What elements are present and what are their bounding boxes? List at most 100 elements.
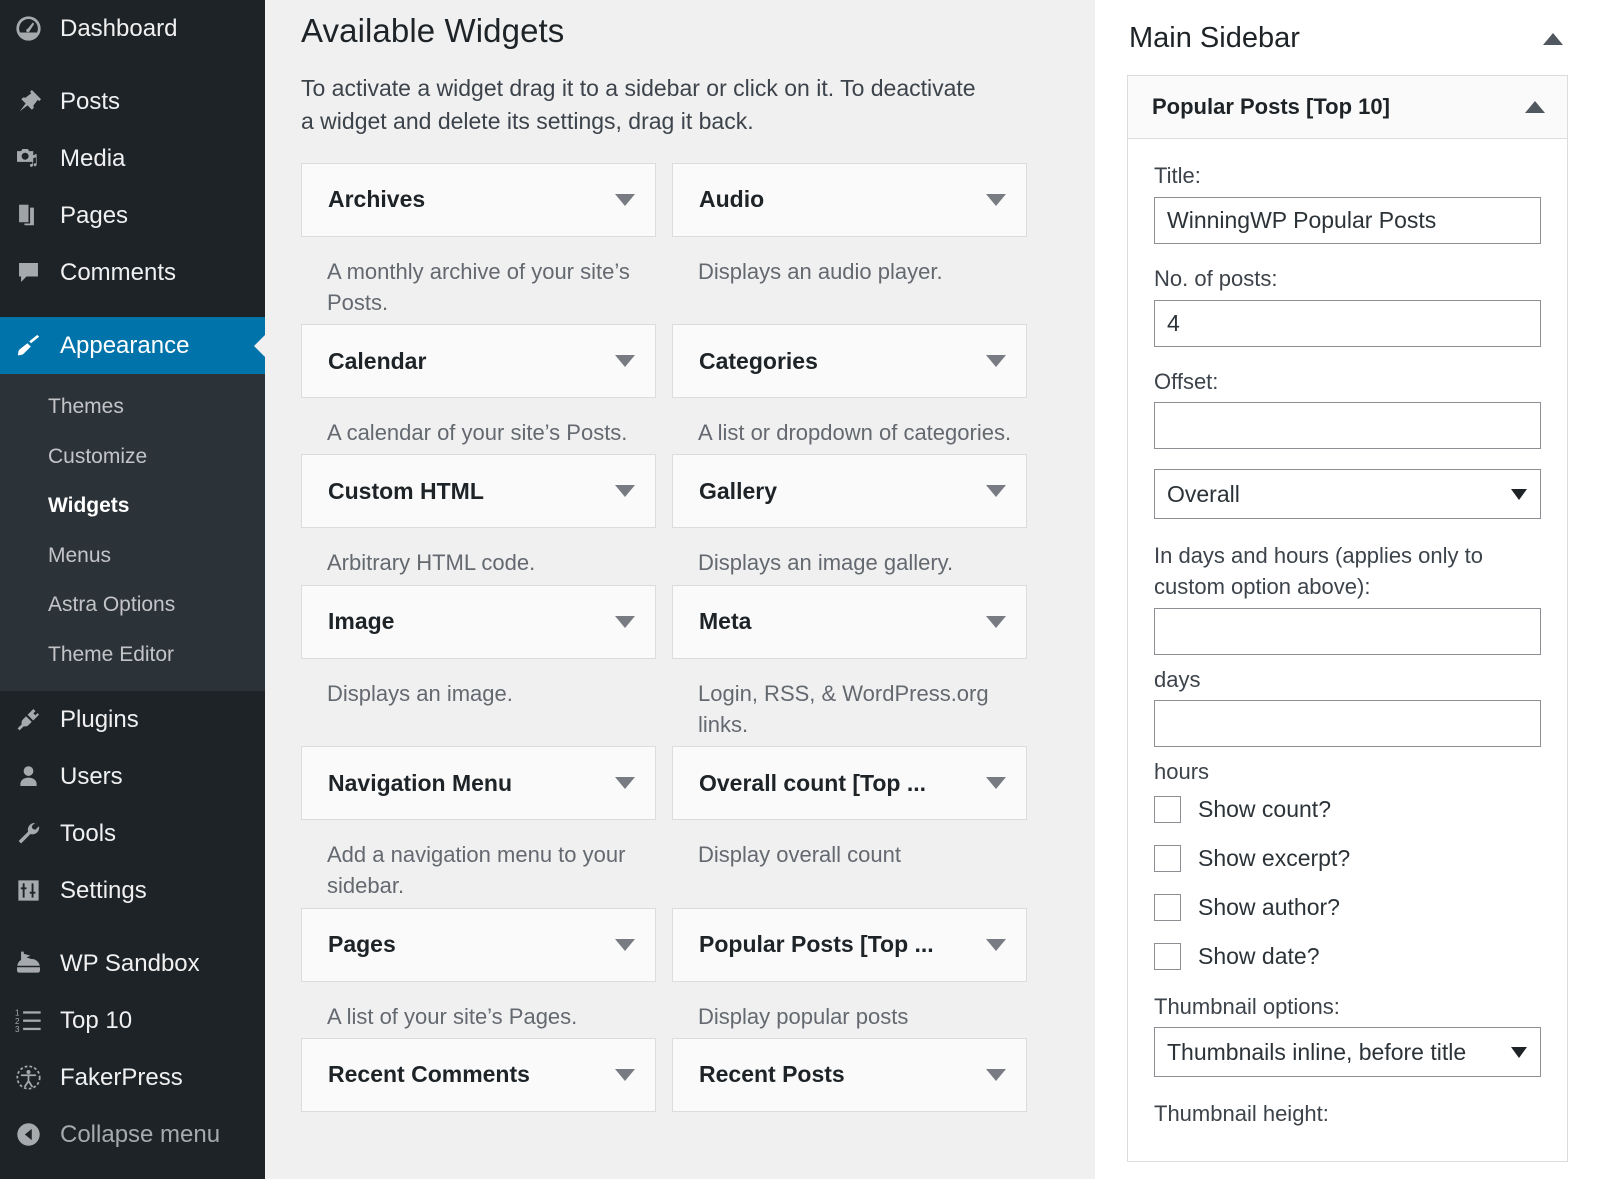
sidebar-item-label: Comments [60, 261, 176, 285]
show-date-row[interactable]: Show date? [1154, 943, 1541, 970]
thumbnail-options-select-wrap: Thumbnails inline, before title [1154, 1027, 1541, 1077]
chevron-up-icon[interactable] [1543, 33, 1563, 45]
chevron-down-icon[interactable] [615, 194, 635, 206]
chevron-down-icon[interactable] [986, 616, 1006, 628]
show-author-row[interactable]: Show author? [1154, 894, 1541, 921]
chevron-down-icon[interactable] [615, 355, 635, 367]
tools-wrench-icon [14, 820, 42, 848]
sidebar-item-dashboard[interactable]: Dashboard [0, 0, 265, 57]
popular-posts-widget-header[interactable]: Popular Posts [Top 10] [1128, 76, 1567, 139]
chevron-down-icon[interactable] [986, 1069, 1006, 1081]
chevron-down-icon[interactable] [615, 616, 635, 628]
widget-title: Image [328, 608, 615, 635]
show-excerpt-checkbox[interactable] [1154, 845, 1181, 872]
submenu-item-theme-editor[interactable]: Theme Editor [0, 630, 265, 680]
chevron-down-icon[interactable] [615, 1069, 635, 1081]
widget-archives[interactable]: Archives [301, 163, 656, 237]
sidebar-item-settings[interactable]: Settings [0, 862, 265, 919]
sidebar-item-comments[interactable]: Comments [0, 244, 265, 301]
days-input[interactable] [1154, 608, 1541, 655]
media-icon [14, 145, 42, 173]
widget-cell: Categories A list or dropdown of categor… [672, 324, 1027, 448]
chevron-down-icon[interactable] [615, 939, 635, 951]
sidebar-item-media[interactable]: Media [0, 130, 265, 187]
widget-description: Displays an audio player. [672, 237, 1027, 287]
range-select[interactable]: Overall [1154, 469, 1541, 519]
chevron-down-icon[interactable] [986, 485, 1006, 497]
widget-title: Custom HTML [328, 478, 615, 505]
sidebar-item-users[interactable]: Users [0, 748, 265, 805]
submenu-item-astra-options[interactable]: Astra Options [0, 580, 265, 630]
submenu-item-menus[interactable]: Menus [0, 531, 265, 581]
chevron-down-icon[interactable] [986, 194, 1006, 206]
main-sidebar-header[interactable]: Main Sidebar [1127, 0, 1568, 75]
available-widgets-description: To activate a widget drag it to a sideba… [301, 72, 991, 139]
popular-posts-widget-body: Title: No. of posts: Offset: Overall In … [1128, 139, 1567, 1161]
widget-calendar[interactable]: Calendar [301, 324, 656, 398]
submenu-item-themes[interactable]: Themes [0, 382, 265, 432]
show-date-checkbox[interactable] [1154, 943, 1181, 970]
widget-cell: Image Displays an image. [301, 585, 656, 740]
collapse-arrow-icon [14, 1121, 42, 1149]
widget-cell: Recent Posts [672, 1038, 1027, 1112]
widget-navigation-menu[interactable]: Navigation Menu [301, 746, 656, 820]
title-input[interactable] [1154, 197, 1541, 244]
widget-categories[interactable]: Categories [672, 324, 1027, 398]
submenu-item-customize[interactable]: Customize [0, 432, 265, 482]
chevron-up-icon[interactable] [1525, 101, 1545, 113]
sidebar-item-wp-sandbox[interactable]: WP Sandbox [0, 935, 265, 992]
range-select-wrap: Overall [1154, 469, 1541, 519]
widget-description: Arbitrary HTML code. [301, 528, 656, 578]
widget-cell: Calendar A calendar of your site’s Posts… [301, 324, 656, 448]
sidebar-item-label: Dashboard [60, 17, 177, 41]
sidebar-item-posts[interactable]: Posts [0, 73, 265, 130]
widget-popular-posts[interactable]: Popular Posts [Top ... [672, 908, 1027, 982]
settings-sliders-icon [14, 877, 42, 905]
menu-separator [0, 57, 265, 73]
show-excerpt-row[interactable]: Show excerpt? [1154, 845, 1541, 872]
widget-recent-comments[interactable]: Recent Comments [301, 1038, 656, 1112]
widget-title: Recent Comments [328, 1061, 615, 1088]
chevron-down-icon[interactable] [615, 485, 635, 497]
appearance-brush-icon [14, 332, 42, 360]
sidebar-item-appearance[interactable]: Appearance [0, 317, 265, 374]
sidebar-item-label: Media [60, 147, 125, 171]
sidebar-item-plugins[interactable]: Plugins [0, 691, 265, 748]
sidebar-item-tools[interactable]: Tools [0, 805, 265, 862]
widget-recent-posts[interactable]: Recent Posts [672, 1038, 1027, 1112]
widget-image[interactable]: Image [301, 585, 656, 659]
widget-pages[interactable]: Pages [301, 908, 656, 982]
sidebar-item-top-10[interactable]: 1 2 3 Top 10 [0, 992, 265, 1049]
sidebar-item-label: Settings [60, 879, 147, 903]
widget-cell: Meta Login, RSS, & WordPress.org links. [672, 585, 1027, 740]
show-count-checkbox[interactable] [1154, 796, 1181, 823]
chevron-down-icon[interactable] [986, 939, 1006, 951]
collapse-menu-button[interactable]: Collapse menu [0, 1106, 265, 1163]
widget-overall-count[interactable]: Overall count [Top ... [672, 746, 1027, 820]
sidebar-item-pages[interactable]: Pages [0, 187, 265, 244]
show-count-label: Show count? [1198, 796, 1331, 823]
widget-meta[interactable]: Meta [672, 585, 1027, 659]
chevron-down-icon[interactable] [986, 777, 1006, 789]
widget-audio[interactable]: Audio [672, 163, 1027, 237]
chevron-down-icon[interactable] [986, 355, 1006, 367]
sidebar-item-label: Plugins [60, 708, 139, 732]
hours-input[interactable] [1154, 700, 1541, 747]
offset-input[interactable] [1154, 402, 1541, 449]
chevron-down-icon[interactable] [615, 777, 635, 789]
no-of-posts-input[interactable] [1154, 300, 1541, 347]
widget-description: Displays an image. [301, 659, 656, 709]
sidebar-item-fakerpress[interactable]: FakerPress [0, 1049, 265, 1106]
available-widgets-section: Available Widgets To activate a widget d… [265, 0, 1065, 1179]
thumbnail-options-select[interactable]: Thumbnails inline, before title [1154, 1027, 1541, 1077]
widget-gallery[interactable]: Gallery [672, 454, 1027, 528]
show-author-checkbox[interactable] [1154, 894, 1181, 921]
show-author-label: Show author? [1198, 894, 1340, 921]
widget-custom-html[interactable]: Custom HTML [301, 454, 656, 528]
show-count-row[interactable]: Show count? [1154, 796, 1541, 823]
widget-cell: Gallery Displays an image gallery. [672, 454, 1027, 578]
submenu-item-widgets[interactable]: Widgets [0, 481, 265, 531]
main-sidebar-panel: Main Sidebar Popular Posts [Top 10] Titl… [1095, 0, 1600, 1179]
widget-grid: Archives A monthly archive of your site’… [301, 163, 1027, 1118]
numbered-list-icon: 1 2 3 [14, 1007, 42, 1035]
